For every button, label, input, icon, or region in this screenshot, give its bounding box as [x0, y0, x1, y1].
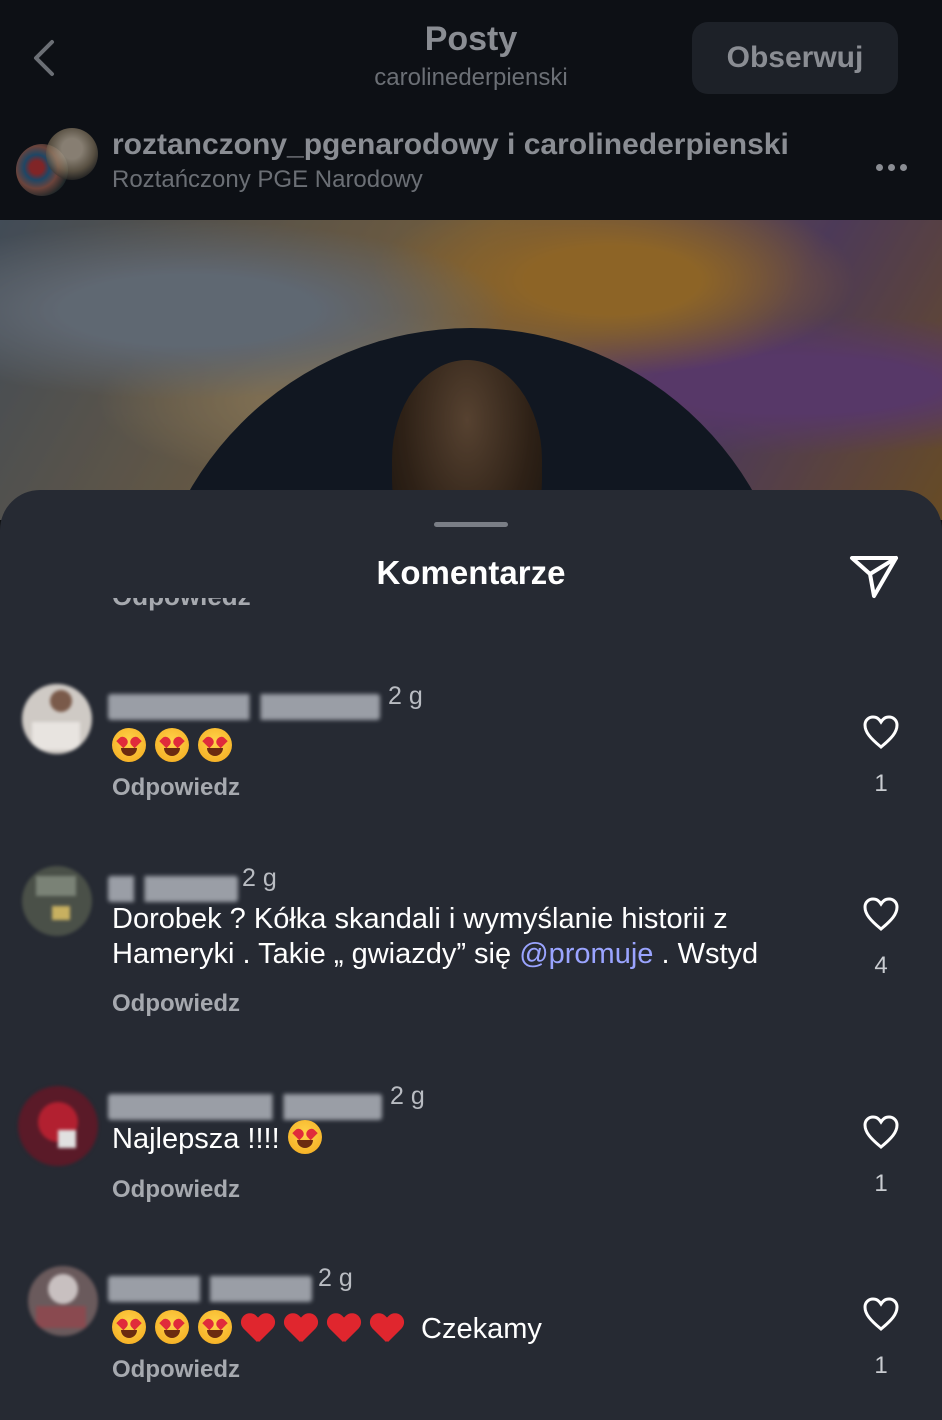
comment-username[interactable]: [108, 876, 238, 902]
reply-link[interactable]: Odpowiedz: [112, 1356, 240, 1384]
reply-link[interactable]: Odpowiedz: [112, 990, 240, 1018]
heart-eyes-emoji: [112, 728, 146, 762]
comment-username[interactable]: [108, 1276, 312, 1302]
like-count: 1: [874, 770, 888, 797]
red-heart-emoji: [327, 1310, 361, 1344]
comment-time: 2 g: [318, 1264, 353, 1292]
comment-text: Czekamy: [112, 1310, 832, 1347]
reply-link[interactable]: Odpowiedz: [112, 774, 240, 802]
follow-button[interactable]: Obserwuj: [692, 22, 898, 94]
heart-eyes-emoji: [198, 1310, 232, 1344]
comments-sheet: Komentarze Odpowiedz 2 g Odpowiedz 1 2 g…: [0, 490, 942, 1420]
sheet-title: Komentarze: [376, 554, 566, 591]
sheet-drag-handle[interactable]: [434, 522, 508, 527]
like-count: 1: [874, 1170, 888, 1197]
avatar[interactable]: [18, 1086, 98, 1166]
more-dots-icon[interactable]: [876, 158, 912, 176]
red-heart-emoji: [370, 1310, 404, 1344]
comment-time: 2 g: [388, 682, 423, 710]
avatar: [46, 128, 98, 180]
post-location[interactable]: Roztańczony PGE Narodowy: [112, 166, 423, 194]
comment-time: 2 g: [242, 864, 277, 892]
post-image: [0, 220, 942, 520]
heart-outline-icon[interactable]: [862, 896, 900, 932]
heart-outline-icon[interactable]: [862, 714, 900, 750]
comment-text: Dorobek ? Kółka skandali i wymyślanie hi…: [112, 903, 759, 970]
heart-eyes-emoji: [198, 728, 232, 762]
red-heart-emoji: [284, 1310, 318, 1344]
avatar[interactable]: [22, 866, 92, 936]
comment-text: [112, 728, 832, 765]
heart-outline-icon[interactable]: [862, 1114, 900, 1150]
mention-link[interactable]: @promuje: [519, 938, 653, 970]
comment-text: Najlepsza !!!!: [112, 1120, 832, 1157]
like-count: 1: [874, 1352, 888, 1379]
avatar[interactable]: [22, 684, 92, 754]
post-avatars[interactable]: [16, 128, 98, 198]
heart-eyes-emoji: [287, 1120, 322, 1154]
heart-outline-icon[interactable]: [862, 1296, 900, 1332]
comment-username[interactable]: [108, 1094, 382, 1120]
avatar[interactable]: [28, 1266, 98, 1336]
heart-eyes-emoji: [155, 1310, 189, 1344]
heart-eyes-emoji: [155, 728, 189, 762]
reply-link-clipped: Odpowiedz: [112, 598, 251, 620]
post-authors[interactable]: roztanczony_pgenarodowy i carolinederpie…: [112, 128, 789, 162]
red-heart-emoji: [241, 1310, 275, 1344]
reply-link[interactable]: Odpowiedz: [112, 1176, 240, 1204]
heart-eyes-emoji: [112, 1310, 146, 1344]
send-icon[interactable]: [848, 550, 900, 602]
post-header: Posty carolinederpienski Obserwuj roztan…: [0, 0, 942, 220]
comment-username[interactable]: [108, 694, 380, 720]
like-count: 4: [874, 952, 888, 979]
comment-time: 2 g: [390, 1082, 425, 1110]
